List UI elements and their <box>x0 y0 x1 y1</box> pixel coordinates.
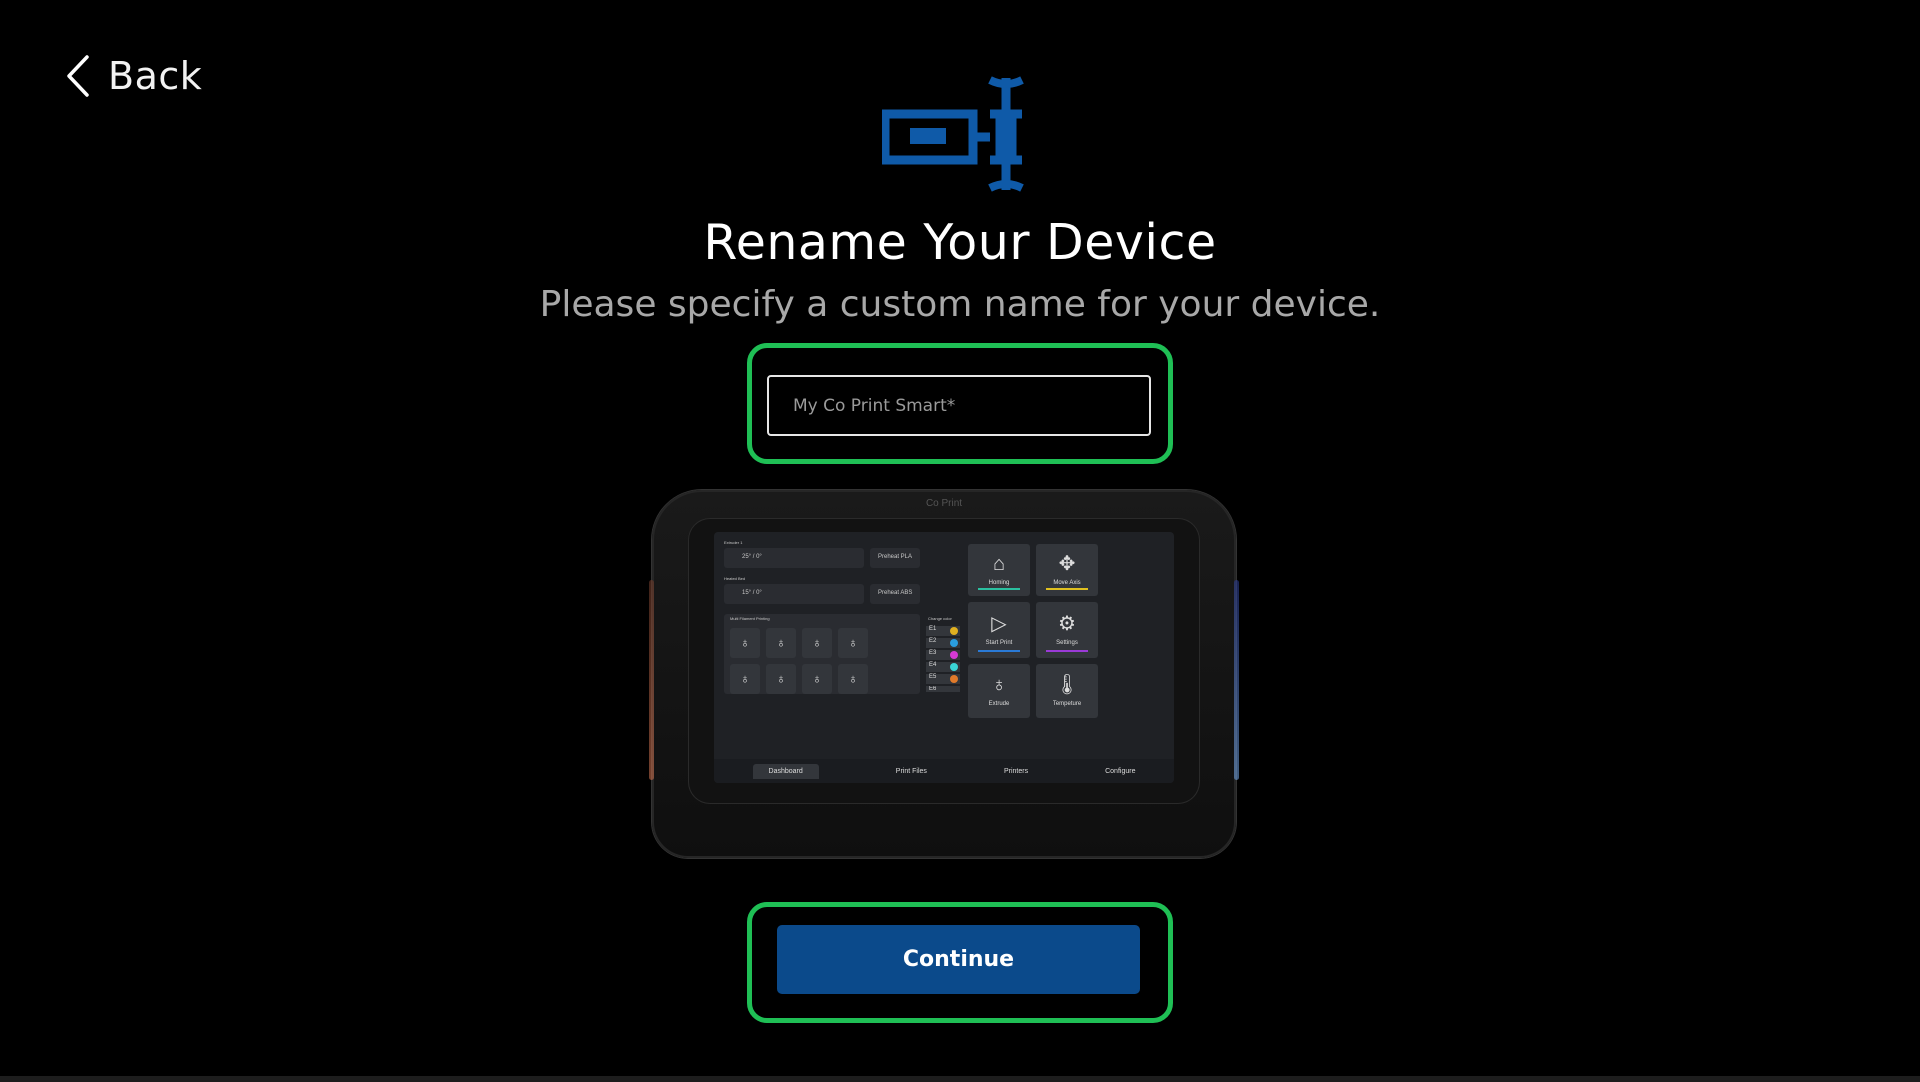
filament-slot-7: ♁ <box>802 664 832 694</box>
back-label: Back <box>108 54 203 98</box>
chevron-left-icon <box>67 55 89 97</box>
device-screen: Extruder 1 25° / 0° Preheat PLA Heated B… <box>714 532 1174 783</box>
homing-tile: ⌂ Homing <box>968 544 1030 596</box>
bed-temp: 15° / 0° <box>742 590 762 596</box>
filament-section-label: Multi Filament Printing <box>730 616 770 621</box>
change-color-label: Change color <box>928 616 952 621</box>
filament-slot-3: ♁ <box>802 628 832 658</box>
nav-dashboard: Dashboard <box>752 763 819 779</box>
settings-tile: ⚙ Settings <box>1036 602 1098 658</box>
device-bezel: Extruder 1 25° / 0° Preheat PLA Heated B… <box>688 518 1200 804</box>
extruder-e4: E4 <box>926 662 960 672</box>
extruder-label: Extruder 1 <box>724 540 743 545</box>
extruder-e6: E6 <box>926 686 960 692</box>
home-icon: ⌂ <box>992 553 1006 575</box>
nav-configure: Configure <box>1105 767 1136 775</box>
play-icon: ▷ <box>991 613 1007 635</box>
filament-slot-6: ♁ <box>766 664 796 694</box>
preheat-abs-label: Preheat ABS <box>878 590 913 596</box>
start-print-tile: ▷ Start Print <box>968 602 1030 658</box>
device-name-input[interactable] <box>767 375 1151 436</box>
device-brand-logo: Co Print <box>925 498 963 509</box>
extruder-e1: E1 <box>926 626 960 636</box>
filament-slot-1: ♁ <box>730 628 760 658</box>
rename-device-screen: Back Rename Your Device Please specify a… <box>0 0 1920 1082</box>
thermometer-icon: 🌡 <box>1054 674 1080 696</box>
extruder-temp: 25° / 0° <box>742 554 762 560</box>
move-axis-tile: ✥ Move Axis <box>1036 544 1098 596</box>
device-logo-icon <box>882 76 1024 192</box>
nav-print-files: Print Files <box>895 767 927 775</box>
temperature-tile: 🌡 Tempeture <box>1036 664 1098 718</box>
device-image: Co Print Extruder 1 25° / 0° Preheat PLA… <box>649 490 1239 858</box>
bed-label: Heated Bed <box>724 576 746 581</box>
page-title: Rename Your Device <box>703 214 1217 271</box>
continue-button[interactable]: Continue <box>777 925 1140 994</box>
filament-slot-2: ♁ <box>766 628 796 658</box>
gear-icon: ⚙ <box>1058 613 1076 635</box>
device-nav-bar: Dashboard Print Files Printers Configure <box>714 759 1174 783</box>
extruder-e5: E5 <box>926 674 960 684</box>
extruder-e2: E2 <box>926 638 960 648</box>
preheat-pla-label: Preheat PLA <box>878 554 913 560</box>
filament-slot-5: ♁ <box>730 664 760 694</box>
filament-slot-4: ♁ <box>838 628 868 658</box>
page-subtitle: Please specify a custom name for your de… <box>539 284 1381 325</box>
extruder-e3: E3 <box>926 650 960 660</box>
extrude-icon: ♁ <box>991 674 1007 696</box>
nav-printers: Printers <box>1003 767 1029 775</box>
bottom-strip <box>0 1076 1920 1082</box>
move-icon: ✥ <box>1058 553 1076 575</box>
extrude-tile: ♁ Extrude <box>968 664 1030 718</box>
back-button[interactable]: Back <box>66 54 202 98</box>
filament-slot-8: ♁ <box>838 664 868 694</box>
